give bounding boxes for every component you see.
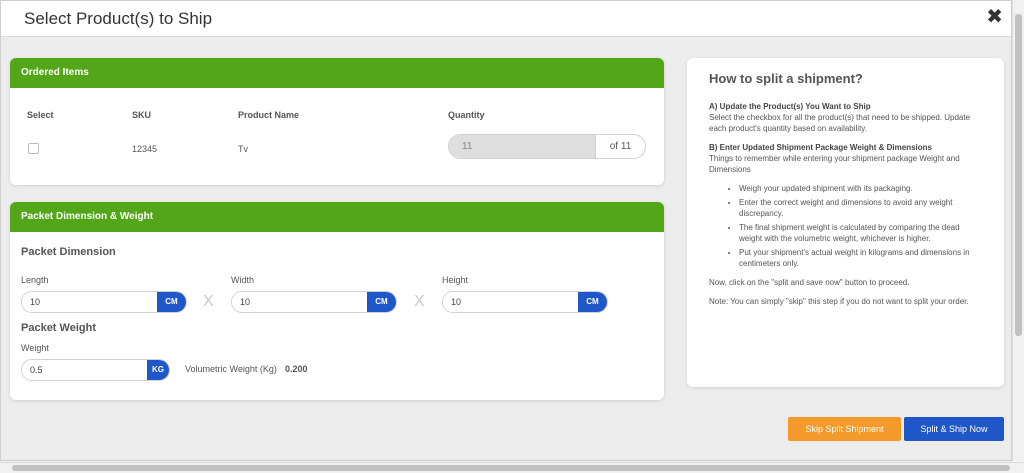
column-sku: SKU bbox=[132, 110, 152, 120]
packet-dimension-header: Packet Dimension & Weight bbox=[10, 202, 664, 232]
split-help-panel: How to split a shipment? A) Update the P… bbox=[687, 58, 1004, 387]
help-bullet: The final shipment weight is calculated … bbox=[739, 222, 982, 244]
column-select: Select bbox=[27, 110, 54, 120]
help-note-text: Note: You can simply "skip" this step if… bbox=[709, 297, 969, 306]
help-step-b-text: Things to remember while entering your s… bbox=[709, 154, 960, 174]
help-bullet-list: Weigh your updated shipment with its pac… bbox=[739, 183, 982, 269]
dimension-separator-icon: X bbox=[414, 293, 425, 310]
ordered-items-header: Ordered Items bbox=[10, 58, 664, 88]
horizontal-scrollbar[interactable] bbox=[0, 462, 1024, 473]
quantity-of-label: of 11 bbox=[595, 135, 645, 158]
ordered-items-card: Ordered Items Select SKU Product Name Qu… bbox=[10, 58, 664, 185]
volumetric-weight-value: 0.200 bbox=[285, 364, 308, 374]
select-products-modal: Select Product(s) to Ship ✖ Ordered Item… bbox=[0, 0, 1012, 461]
weight-label: Weight bbox=[21, 343, 49, 353]
column-product-name: Product Name bbox=[238, 110, 300, 120]
length-input[interactable] bbox=[22, 292, 157, 312]
modal-title: Select Product(s) to Ship bbox=[24, 9, 213, 28]
packet-dimension-card: Packet Dimension & Weight Packet Dimensi… bbox=[10, 202, 664, 400]
dimension-separator-icon: X bbox=[203, 293, 214, 310]
modal-header: Select Product(s) to Ship ✖ bbox=[1, 1, 1011, 37]
weight-input[interactable] bbox=[22, 360, 147, 380]
select-product-checkbox[interactable] bbox=[28, 143, 39, 154]
horizontal-scrollbar-thumb[interactable] bbox=[12, 465, 1010, 471]
height-label: Height bbox=[442, 275, 469, 285]
width-field: CM bbox=[231, 291, 397, 313]
width-input[interactable] bbox=[232, 292, 367, 312]
vertical-scrollbar[interactable] bbox=[1012, 0, 1024, 462]
packet-dimension-title: Packet Dimension bbox=[21, 246, 116, 258]
height-field: CM bbox=[442, 291, 608, 313]
weight-unit: KG bbox=[147, 360, 169, 380]
help-bullet: Put your shipment's actual weight in kil… bbox=[739, 247, 982, 269]
length-label: Length bbox=[21, 275, 49, 285]
vertical-scrollbar-thumb[interactable] bbox=[1015, 14, 1022, 336]
height-unit: CM bbox=[578, 292, 607, 312]
skip-split-shipment-button[interactable]: Skip Split Shipment bbox=[788, 417, 901, 441]
height-input[interactable] bbox=[443, 292, 578, 312]
quantity-field: of 11 bbox=[448, 134, 646, 159]
packet-weight-title: Packet Weight bbox=[21, 322, 96, 334]
help-step-a-text: Select the checkbox for all the product(… bbox=[709, 113, 971, 133]
help-step-a-title: A) Update the Product(s) You Want to Shi… bbox=[709, 102, 871, 111]
help-bullet: Weigh your updated shipment with its pac… bbox=[739, 183, 982, 194]
length-field: CM bbox=[21, 291, 187, 313]
column-quantity: Quantity bbox=[448, 110, 485, 120]
volumetric-weight-label: Volumetric Weight (Kg) bbox=[185, 364, 277, 374]
width-unit: CM bbox=[367, 292, 396, 312]
quantity-input[interactable] bbox=[449, 135, 595, 158]
help-bullet: Enter the correct weight and dimensions … bbox=[739, 197, 982, 219]
split-and-ship-now-button[interactable]: Split & Ship Now bbox=[904, 417, 1004, 441]
help-proceed-text: Now, click on the "split and save now" b… bbox=[709, 278, 910, 287]
width-label: Width bbox=[231, 275, 255, 285]
close-icon[interactable]: ✖ bbox=[986, 5, 1003, 29]
weight-field: KG bbox=[21, 359, 170, 381]
length-unit: CM bbox=[157, 292, 186, 312]
product-name: Tv bbox=[238, 144, 248, 154]
help-step-b-title: B) Enter Updated Shipment Package Weight… bbox=[709, 143, 932, 152]
product-sku: 12345 bbox=[132, 144, 158, 154]
help-title: How to split a shipment? bbox=[709, 71, 863, 86]
